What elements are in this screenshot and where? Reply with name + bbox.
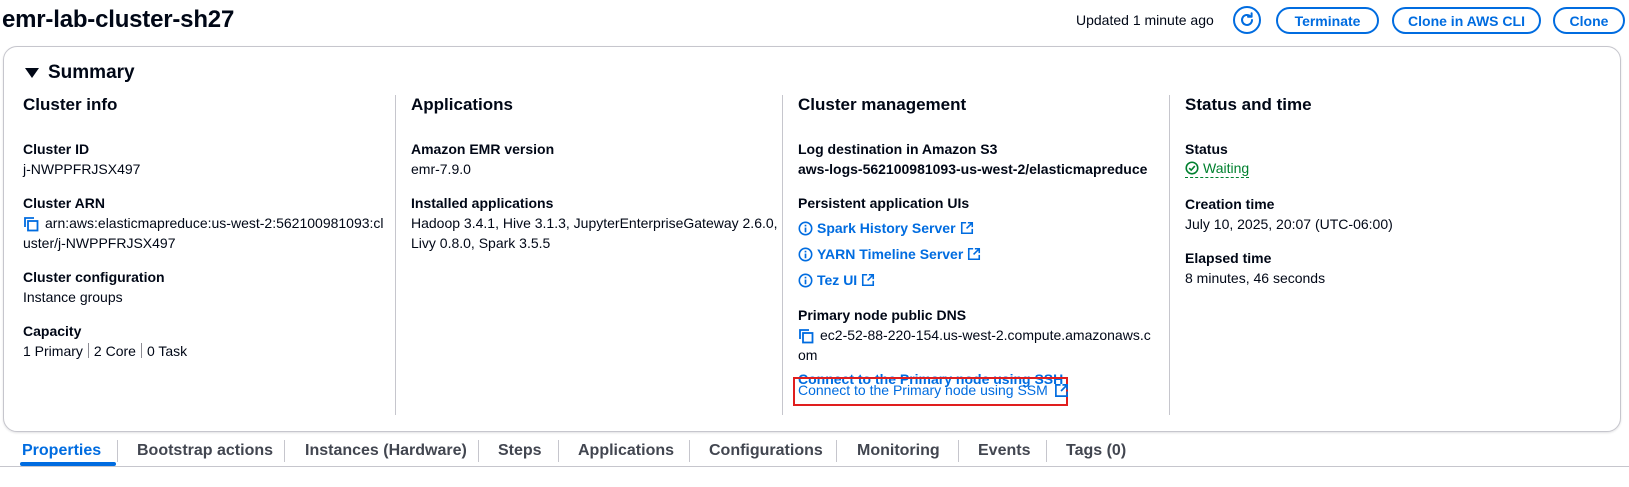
tab-separator [958, 440, 959, 462]
active-tab-indicator [20, 462, 116, 466]
tab-separator [117, 440, 118, 462]
cluster-management-section: Cluster management Log destination in Am… [798, 95, 1168, 415]
cluster-info-heading: Cluster info [23, 95, 118, 114]
cluster-id-value: j-NWPPFRJSX497 [23, 161, 141, 177]
tez-ui-label: Tez UI [817, 272, 858, 288]
persistent-ui-label: Persistent application UIs [798, 195, 970, 211]
yarn-timeline-server-label: YARN Timeline Server [817, 246, 964, 262]
tab-applications[interactable]: Applications [578, 442, 674, 460]
elapsed-time-value: 8 minutes, 46 seconds [1185, 270, 1326, 286]
status-label: Status [1185, 141, 1228, 157]
cluster-info-section: Cluster info Cluster ID j-NWPPFRJSX497 C… [23, 95, 393, 415]
log-destination-link[interactable]: aws-logs-562100981093-us-west-2/elasticm… [798, 159, 1168, 179]
connect-ssm-label: Connect to the Primary node using SSM [798, 382, 1048, 398]
tab-separator [284, 440, 285, 462]
tab-instances-hardware[interactable]: Instances (Hardware) [305, 442, 467, 460]
info-icon [798, 273, 813, 287]
capacity-value: 1 Primary 2 Core 0 Task [23, 341, 393, 361]
column-divider [782, 95, 783, 415]
tab-separator [478, 440, 479, 462]
tabs-baseline [0, 466, 1629, 467]
tab-bar: Properties Bootstrap actions Instances (… [0, 430, 1629, 487]
column-divider [1169, 95, 1170, 415]
tab-properties[interactable]: Properties [22, 442, 101, 460]
updated-timestamp: Updated 1 minute ago [1076, 12, 1214, 28]
log-destination-label: Log destination in Amazon S3 [798, 141, 998, 157]
copy-icon[interactable] [23, 216, 39, 232]
spark-history-server-link[interactable]: Spark History Server [798, 217, 1168, 239]
cluster-configuration-value: Instance groups [23, 289, 123, 305]
summary-panel: Summary Cluster info Cluster ID j-NWPPFR… [3, 46, 1621, 432]
connect-ssm-link[interactable]: Connect to the Primary node using SSM [798, 382, 1069, 398]
copy-icon[interactable] [798, 328, 814, 344]
capacity-core: 2 Core [93, 343, 136, 359]
tez-ui-link[interactable]: Tez UI [798, 269, 1168, 291]
external-link-icon [968, 247, 981, 261]
tab-separator [1046, 440, 1047, 462]
column-divider [395, 95, 396, 415]
installed-applications-line1: Hadoop 3.4.1, Hive 3.1.3, JupyterEnterpr… [411, 215, 778, 231]
cluster-configuration-label: Cluster configuration [23, 269, 165, 285]
summary-title: Summary [48, 62, 135, 83]
tab-tags[interactable]: Tags (0) [1066, 442, 1126, 460]
emr-version-label: Amazon EMR version [411, 141, 555, 157]
capacity-label: Capacity [23, 323, 82, 339]
primary-dns-label: Primary node public DNS [798, 307, 967, 323]
info-icon [798, 247, 813, 261]
page-title: emr-lab-cluster-sh27 [2, 6, 235, 33]
tab-configurations[interactable]: Configurations [709, 442, 823, 460]
yarn-timeline-server-link[interactable]: YARN Timeline Server [798, 243, 1168, 265]
caret-down-icon [25, 68, 39, 78]
external-link-icon [1054, 383, 1068, 397]
installed-applications-label: Installed applications [411, 195, 554, 211]
cluster-arn-label: Cluster ARN [23, 195, 105, 211]
summary-toggle[interactable]: Summary [25, 62, 135, 84]
cluster-arn-value-line2: uster/j-NWPPFRJSX497 [23, 235, 176, 251]
separator [87, 343, 89, 358]
refresh-button[interactable] [1233, 6, 1261, 34]
spark-history-server-label: Spark History Server [817, 220, 956, 236]
elapsed-time-label: Elapsed time [1185, 250, 1272, 266]
tab-separator [558, 440, 559, 462]
emr-version-value: emr-7.9.0 [411, 161, 471, 177]
external-link-icon [862, 273, 875, 287]
status-value: Waiting [1203, 160, 1250, 176]
installed-applications-line2: Livy 0.8.0, Spark 3.5.5 [411, 235, 551, 251]
status-time-heading: Status and time [1185, 95, 1312, 114]
applications-heading: Applications [411, 95, 514, 114]
creation-time-value: July 10, 2025, 20:07 (UTC-06:00) [1185, 216, 1393, 232]
tab-steps[interactable]: Steps [498, 442, 542, 460]
status-time-section: Status and time Status Waiting Creation … [1185, 95, 1605, 415]
status-badge[interactable]: Waiting [1185, 159, 1250, 178]
tab-separator [836, 440, 837, 462]
tab-events[interactable]: Events [978, 442, 1030, 460]
primary-dns-value-line1: ec2-52-88-220-154.us-west-2.compute.amaz… [820, 327, 1151, 343]
capacity-task: 0 Task [146, 343, 188, 359]
cluster-arn-value-line1: arn:aws:elasticmapreduce:us-west-2:56210… [45, 215, 384, 231]
applications-section: Applications Amazon EMR version emr-7.9.… [411, 95, 781, 415]
clone-in-aws-cli-button[interactable]: Clone in AWS CLI [1392, 7, 1541, 34]
info-icon [798, 221, 813, 235]
capacity-primary: 1 Primary [23, 343, 83, 359]
primary-dns-value-line2: om [798, 347, 818, 363]
tab-separator [689, 440, 690, 462]
tab-monitoring[interactable]: Monitoring [857, 442, 940, 460]
separator [140, 343, 142, 358]
refresh-icon [1241, 12, 1253, 26]
clone-button[interactable]: Clone [1553, 7, 1625, 34]
external-link-icon [960, 221, 973, 235]
creation-time-label: Creation time [1185, 196, 1275, 212]
tab-bootstrap-actions[interactable]: Bootstrap actions [137, 442, 273, 460]
cluster-management-heading: Cluster management [798, 95, 967, 114]
cluster-id-label: Cluster ID [23, 141, 90, 157]
terminate-button[interactable]: Terminate [1276, 7, 1379, 34]
page-header: emr-lab-cluster-sh27 Updated 1 minute ag… [0, 0, 1629, 42]
check-circle-icon [1185, 161, 1199, 175]
